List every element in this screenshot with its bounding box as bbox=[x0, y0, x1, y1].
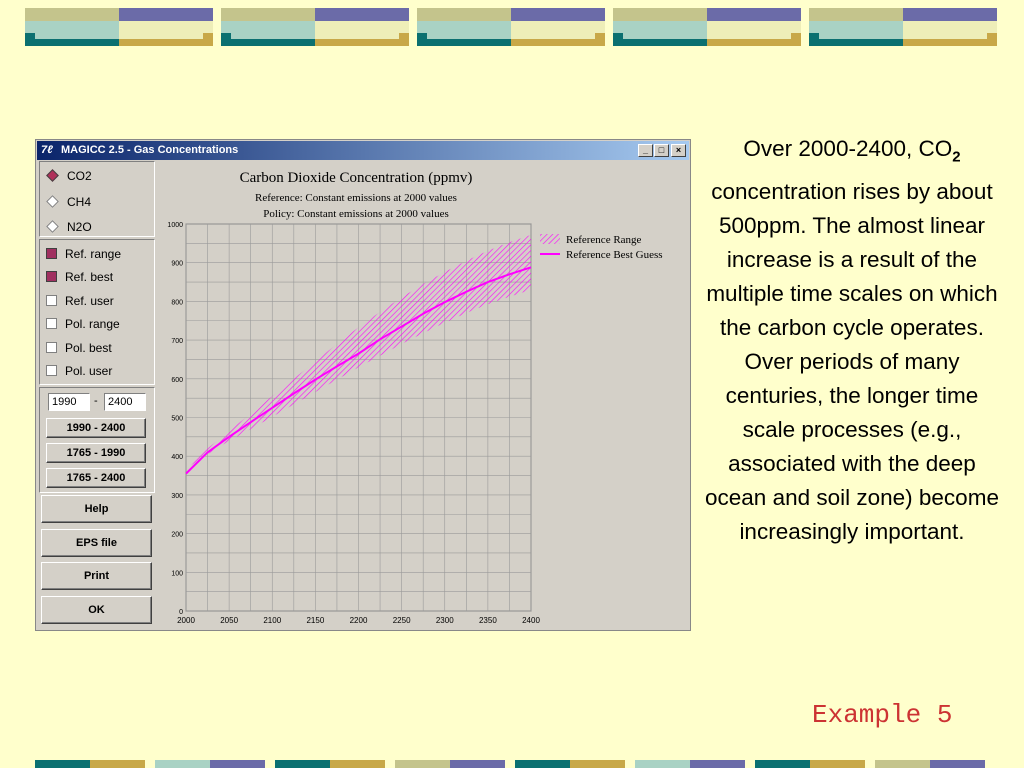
radio-diamond-icon bbox=[46, 195, 59, 209]
chart-panel: Carbon Dioxide Concentration (ppmv) Refer… bbox=[156, 161, 688, 629]
y-tick-label: 300 bbox=[171, 493, 183, 500]
checkbox-label: Ref. range bbox=[65, 247, 122, 261]
checkbox-label: Pol. range bbox=[65, 317, 120, 331]
radio-label: CO2 bbox=[67, 169, 92, 183]
legend-swatch-range bbox=[540, 234, 560, 244]
eps-file-button[interactable]: EPS file bbox=[41, 529, 152, 557]
end-year-input[interactable]: 2400 bbox=[104, 393, 146, 411]
period-1765-1990-button[interactable]: 1765 - 1990 bbox=[46, 443, 146, 463]
window-title: MAGICC 2.5 - Gas Concentrations bbox=[61, 144, 239, 156]
decor-tile bbox=[25, 8, 213, 46]
period-group: 1990 - 2400 1990 - 2400 1765 - 1990 1765… bbox=[39, 387, 155, 493]
checkbox-ref-best[interactable]: Ref. best bbox=[46, 269, 113, 285]
checkbox-icon bbox=[46, 248, 57, 260]
radio-co2[interactable]: CO2 bbox=[46, 168, 92, 184]
checkbox-label: Ref. user bbox=[65, 294, 114, 308]
checkbox-icon bbox=[46, 295, 57, 307]
checkbox-icon bbox=[46, 365, 57, 377]
checkbox-label: Pol. best bbox=[65, 341, 112, 355]
description-line-1: Over 2000-2400, CO bbox=[743, 136, 953, 161]
period-1990-2400-button[interactable]: 1990 - 2400 bbox=[46, 418, 146, 438]
maximize-button[interactable]: □ bbox=[654, 144, 669, 157]
x-tick-label: 2000 bbox=[177, 616, 195, 625]
checkbox-pol-best[interactable]: Pol. best bbox=[46, 340, 112, 356]
y-tick-label: 500 bbox=[171, 416, 183, 423]
y-tick-label: 700 bbox=[171, 338, 183, 345]
checkbox-pol-user[interactable]: Pol. user bbox=[46, 363, 112, 379]
decor-tile bbox=[221, 8, 409, 46]
x-tick-label: 2300 bbox=[436, 616, 454, 625]
checkbox-icon bbox=[46, 318, 57, 330]
x-tick-label: 2250 bbox=[393, 616, 411, 625]
gas-radio-group: CO2 CH4 N2O bbox=[39, 161, 155, 237]
y-tick-label: 900 bbox=[171, 261, 183, 268]
decor-tile bbox=[809, 8, 997, 46]
y-tick-label: 1000 bbox=[167, 222, 183, 229]
range-separator: - bbox=[94, 395, 98, 407]
magicc-window: 7ℓ MAGICC 2.5 - Gas Concentrations _ □ ×… bbox=[35, 139, 691, 631]
radio-diamond-icon bbox=[46, 169, 59, 183]
help-button[interactable]: Help bbox=[41, 495, 152, 523]
radio-label: CH4 bbox=[67, 195, 92, 209]
slide-label: Example 5 bbox=[812, 700, 953, 730]
x-tick-label: 2400 bbox=[522, 616, 540, 625]
minimize-button[interactable]: _ bbox=[638, 144, 653, 157]
y-tick-label: 400 bbox=[171, 454, 183, 461]
y-tick-label: 0 bbox=[179, 609, 183, 616]
ok-button[interactable]: OK bbox=[41, 596, 152, 624]
print-button[interactable]: Print bbox=[41, 562, 152, 590]
co2-chart: Carbon Dioxide Concentration (ppmv) Refer… bbox=[167, 170, 663, 625]
checkbox-icon bbox=[46, 342, 57, 354]
checkbox-pol-range[interactable]: Pol. range bbox=[46, 316, 120, 332]
legend-label-best: Reference Best Guess bbox=[566, 249, 663, 261]
description-body: concentration rises by about 500ppm. The… bbox=[705, 178, 999, 544]
decor-tile bbox=[417, 8, 605, 46]
checkbox-label: Pol. user bbox=[65, 364, 113, 378]
app-logo-icon: 7ℓ bbox=[41, 144, 53, 156]
radio-label: N2O bbox=[67, 220, 92, 234]
decor-tile bbox=[613, 8, 801, 46]
checkbox-icon bbox=[46, 271, 57, 283]
y-tick-label: 800 bbox=[171, 299, 183, 306]
checkbox-ref-user[interactable]: Ref. user bbox=[46, 293, 114, 309]
x-tick-label: 2350 bbox=[479, 616, 497, 625]
x-tick-label: 2150 bbox=[306, 616, 324, 625]
window-titlebar[interactable]: 7ℓ MAGICC 2.5 - Gas Concentrations _ □ × bbox=[37, 141, 689, 160]
radio-diamond-icon bbox=[46, 220, 59, 234]
checkbox-label: Ref. best bbox=[65, 270, 114, 284]
legend-label-range: Reference Range bbox=[566, 234, 642, 246]
checkbox-ref-range[interactable]: Ref. range bbox=[46, 246, 121, 262]
y-tick-label: 100 bbox=[171, 570, 183, 577]
subscript-2: 2 bbox=[952, 148, 961, 166]
period-1765-2400-button[interactable]: 1765 - 2400 bbox=[46, 468, 146, 488]
x-tick-label: 2050 bbox=[220, 616, 238, 625]
radio-n2o[interactable]: N2O bbox=[46, 219, 92, 235]
close-button[interactable]: × bbox=[671, 144, 686, 157]
chart-title: Carbon Dioxide Concentration (ppmv) bbox=[240, 170, 473, 186]
x-tick-label: 2200 bbox=[350, 616, 368, 625]
y-tick-label: 600 bbox=[171, 377, 183, 384]
y-tick-label: 200 bbox=[171, 532, 183, 539]
curve-checkbox-group: Ref. range Ref. best Ref. user Pol. rang… bbox=[39, 239, 155, 385]
start-year-input[interactable]: 1990 bbox=[48, 393, 90, 411]
description-text: Over 2000-2400, CO2 concentration rises … bbox=[704, 132, 1000, 549]
radio-ch4[interactable]: CH4 bbox=[46, 194, 91, 210]
chart-subtitle-policy: Policy: Constant emissions at 2000 value… bbox=[263, 208, 448, 220]
control-panel: CO2 CH4 N2O Ref. range Ref. best Ref. us… bbox=[39, 161, 155, 629]
chart-subtitle-reference: Reference: Constant emissions at 2000 va… bbox=[255, 192, 457, 204]
x-tick-label: 2100 bbox=[263, 616, 281, 625]
